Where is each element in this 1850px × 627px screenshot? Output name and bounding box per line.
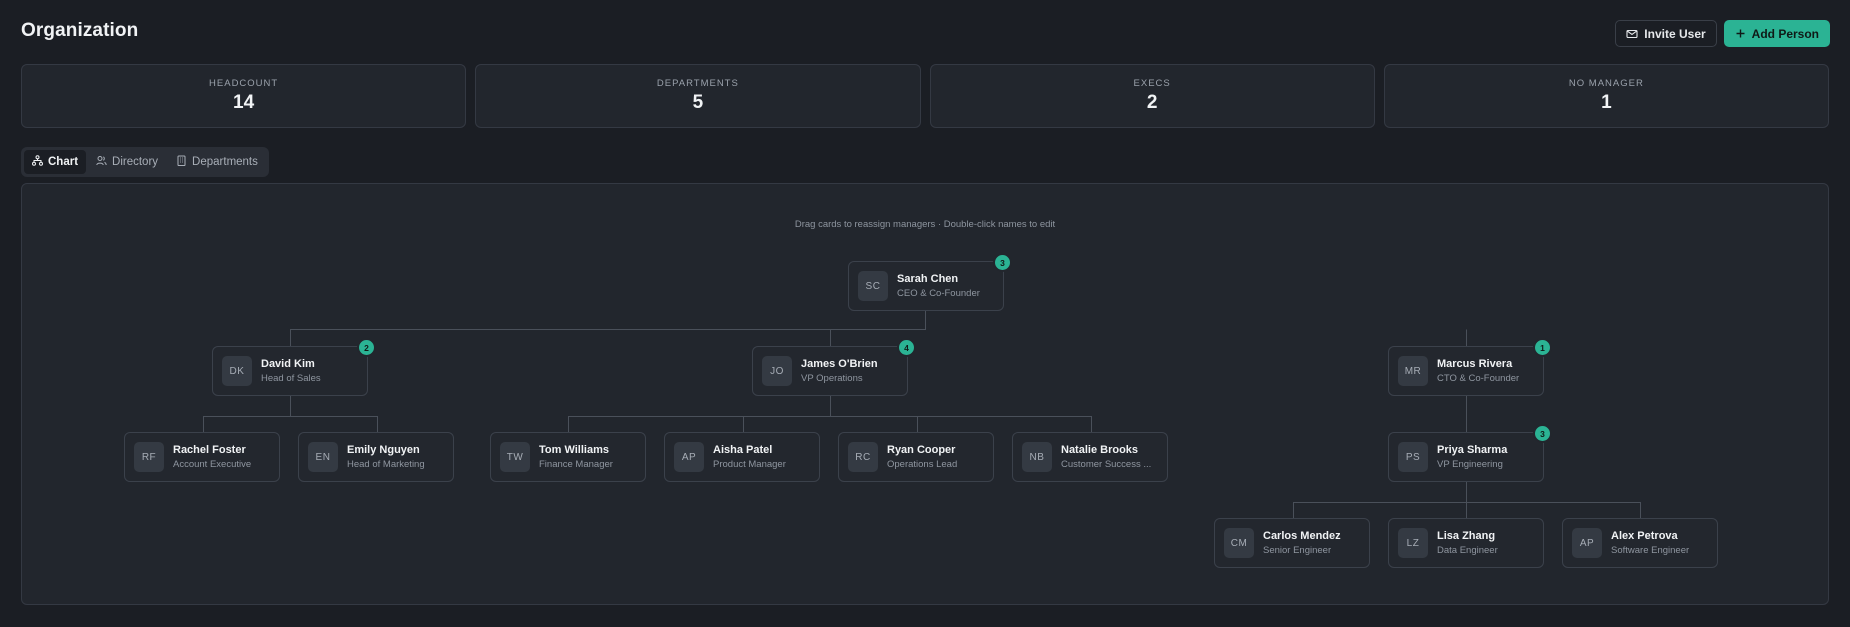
person-name[interactable]: James O'Brien <box>801 358 907 370</box>
org-card-emily-nguyen[interactable]: EN Emily Nguyen Head of Marketing <box>298 432 454 482</box>
person-title: VP Engineering <box>1437 459 1503 470</box>
org-card-carlos-mendez[interactable]: CM Carlos Mendez Senior Engineer <box>1214 518 1370 568</box>
org-card-tom-williams[interactable]: TW Tom Williams Finance Manager <box>490 432 646 482</box>
org-card-ryan-cooper[interactable]: RC Ryan Cooper Operations Lead <box>838 432 994 482</box>
person-title: Customer Success ... <box>1061 459 1152 470</box>
org-card-david-kim[interactable]: DK David Kim Head of Sales 2 <box>212 340 374 396</box>
person-title: Head of Sales <box>261 373 321 384</box>
person-name[interactable]: David Kim <box>261 358 367 370</box>
avatar: EN <box>308 442 338 472</box>
person-name[interactable]: Natalie Brooks <box>1061 444 1167 456</box>
person-name[interactable]: Emily Nguyen <box>347 444 453 456</box>
person-title: CTO & Co-Founder <box>1437 373 1520 384</box>
org-card-priya-sharma[interactable]: PS Priya Sharma VP Engineering 3 <box>1388 426 1550 482</box>
org-card-marcus-rivera[interactable]: MR Marcus Rivera CTO & Co-Founder 1 <box>1388 340 1550 396</box>
person-name[interactable]: Marcus Rivera <box>1437 358 1543 370</box>
person-title: Operations Lead <box>887 459 958 470</box>
person-title: VP Operations <box>801 373 863 384</box>
org-card-sarah-chen[interactable]: SC Sarah Chen CEO & Co-Founder 3 <box>848 255 1010 311</box>
person-title: Product Manager <box>713 459 786 470</box>
org-card-rachel-foster[interactable]: RF Rachel Foster Account Executive <box>124 432 280 482</box>
person-title: Head of Marketing <box>347 459 425 470</box>
report-count-badge: 1 <box>1535 340 1550 355</box>
connector-line <box>203 396 378 432</box>
report-count-badge: 4 <box>899 340 914 355</box>
report-count-badge: 3 <box>995 255 1010 270</box>
person-name[interactable]: Ryan Cooper <box>887 444 993 456</box>
avatar: DK <box>222 356 252 386</box>
avatar: NB <box>1022 442 1052 472</box>
org-card-lisa-zhang[interactable]: LZ Lisa Zhang Data Engineer <box>1388 518 1544 568</box>
person-name[interactable]: Tom Williams <box>539 444 645 456</box>
person-name[interactable]: Priya Sharma <box>1437 444 1543 456</box>
avatar: SC <box>858 271 888 301</box>
person-name[interactable]: Rachel Foster <box>173 444 279 456</box>
report-count-badge: 2 <box>359 340 374 355</box>
org-card-natalie-brooks[interactable]: NB Natalie Brooks Customer Success ... <box>1012 432 1168 482</box>
avatar: JO <box>762 356 792 386</box>
person-name[interactable]: Lisa Zhang <box>1437 530 1543 542</box>
org-card-aisha-patel[interactable]: AP Aisha Patel Product Manager <box>664 432 820 482</box>
report-count-badge: 3 <box>1535 426 1550 441</box>
avatar: MR <box>1398 356 1428 386</box>
avatar: LZ <box>1398 528 1428 558</box>
org-card-alex-petrova[interactable]: AP Alex Petrova Software Engineer <box>1562 518 1718 568</box>
person-name[interactable]: Alex Petrova <box>1611 530 1717 542</box>
person-name[interactable]: Sarah Chen <box>897 273 1003 285</box>
person-name[interactable]: Carlos Mendez <box>1263 530 1369 542</box>
avatar: AP <box>1572 528 1602 558</box>
avatar: RF <box>134 442 164 472</box>
person-title: Software Engineer <box>1611 545 1690 556</box>
org-card-james-obrien[interactable]: JO James O'Brien VP Operations 4 <box>752 340 914 396</box>
avatar: CM <box>1224 528 1254 558</box>
avatar: PS <box>1398 442 1428 472</box>
connector-line <box>568 396 1092 432</box>
connector-line <box>1293 482 1641 518</box>
person-title: Senior Engineer <box>1263 545 1332 556</box>
person-name[interactable]: Aisha Patel <box>713 444 819 456</box>
avatar: AP <box>674 442 704 472</box>
person-title: CEO & Co-Founder <box>897 288 980 299</box>
person-title: Finance Manager <box>539 459 613 470</box>
person-title: Data Engineer <box>1437 545 1498 556</box>
avatar: TW <box>500 442 530 472</box>
avatar: RC <box>848 442 878 472</box>
person-title: Account Executive <box>173 459 252 470</box>
